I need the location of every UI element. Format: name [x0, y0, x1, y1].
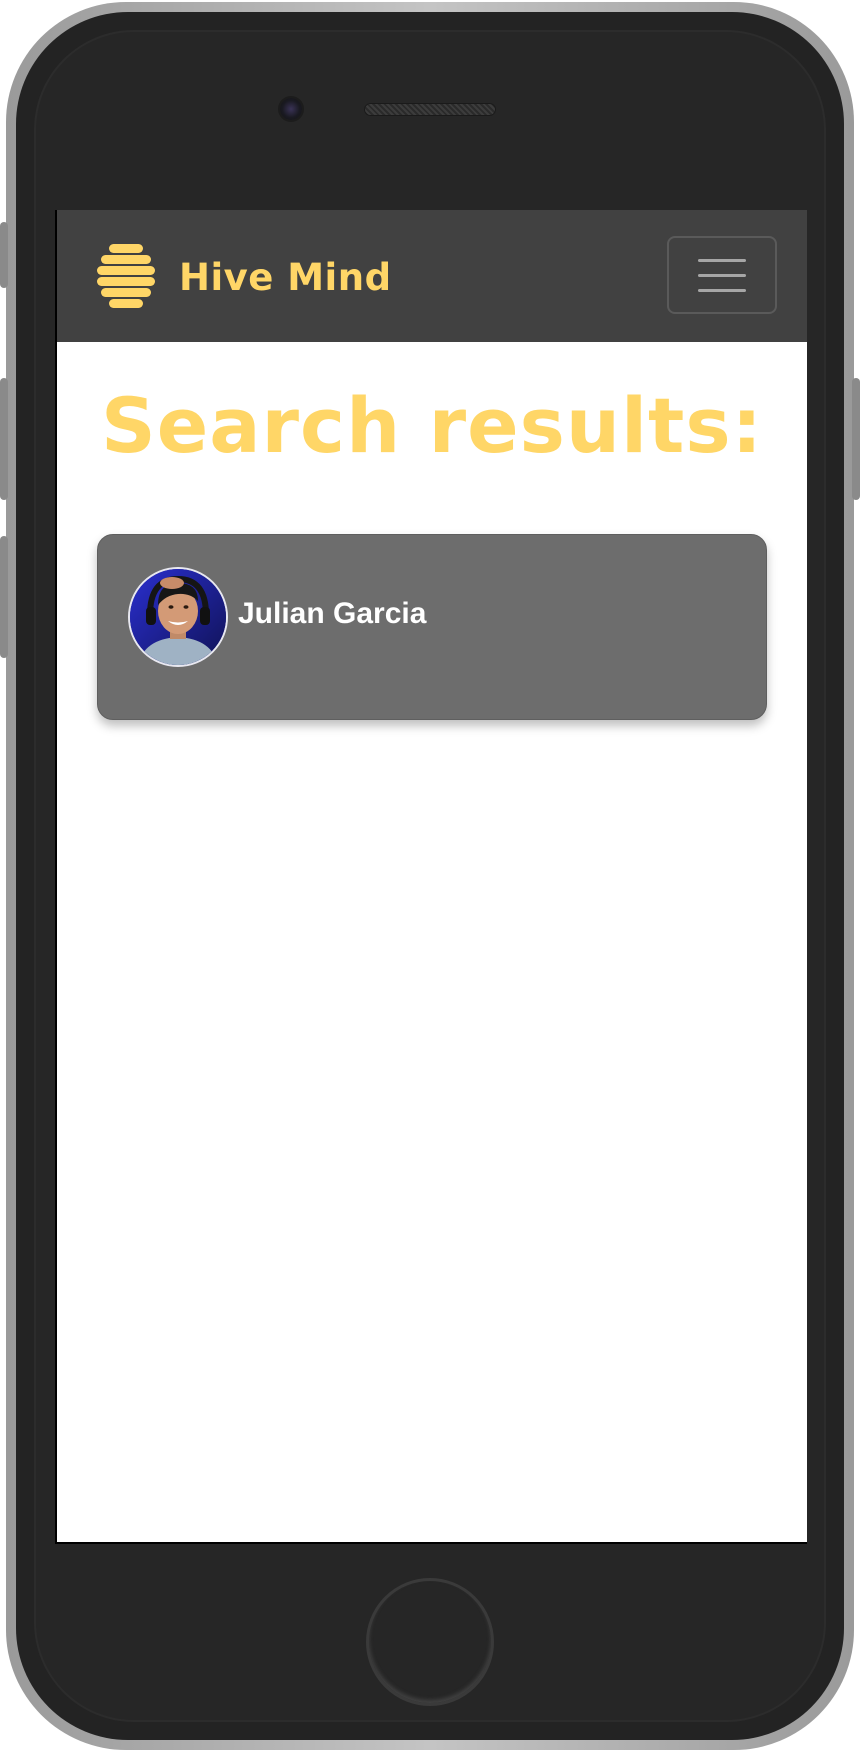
phone-silent-switch	[0, 222, 8, 288]
brand-name: Hive Mind	[179, 255, 392, 299]
hive-icon	[97, 244, 155, 308]
earpiece-speaker	[364, 103, 496, 116]
navbar-toggle-button[interactable]	[667, 236, 777, 314]
brand-link[interactable]: Hive Mind	[97, 244, 392, 310]
page-title: Search results:	[100, 381, 764, 470]
navbar: Hive Mind	[57, 210, 807, 342]
phone-volume-up-button	[0, 378, 8, 500]
phone-power-button	[852, 378, 860, 500]
phone-volume-down-button	[0, 536, 8, 658]
result-name[interactable]: Julian Garcia	[238, 597, 426, 631]
hamburger-menu-icon-bar	[698, 288, 746, 292]
home-button[interactable]	[366, 1578, 494, 1706]
hamburger-menu-icon-bar	[698, 258, 746, 262]
avatar	[128, 567, 228, 667]
search-result-card[interactable]: Julian Garcia	[97, 534, 767, 720]
profile-photo	[130, 569, 226, 665]
hamburger-menu-icon-bar	[698, 273, 746, 277]
device-screen: Hive Mind Search results: Julian Garcia	[55, 210, 807, 1544]
front-camera	[280, 98, 302, 120]
